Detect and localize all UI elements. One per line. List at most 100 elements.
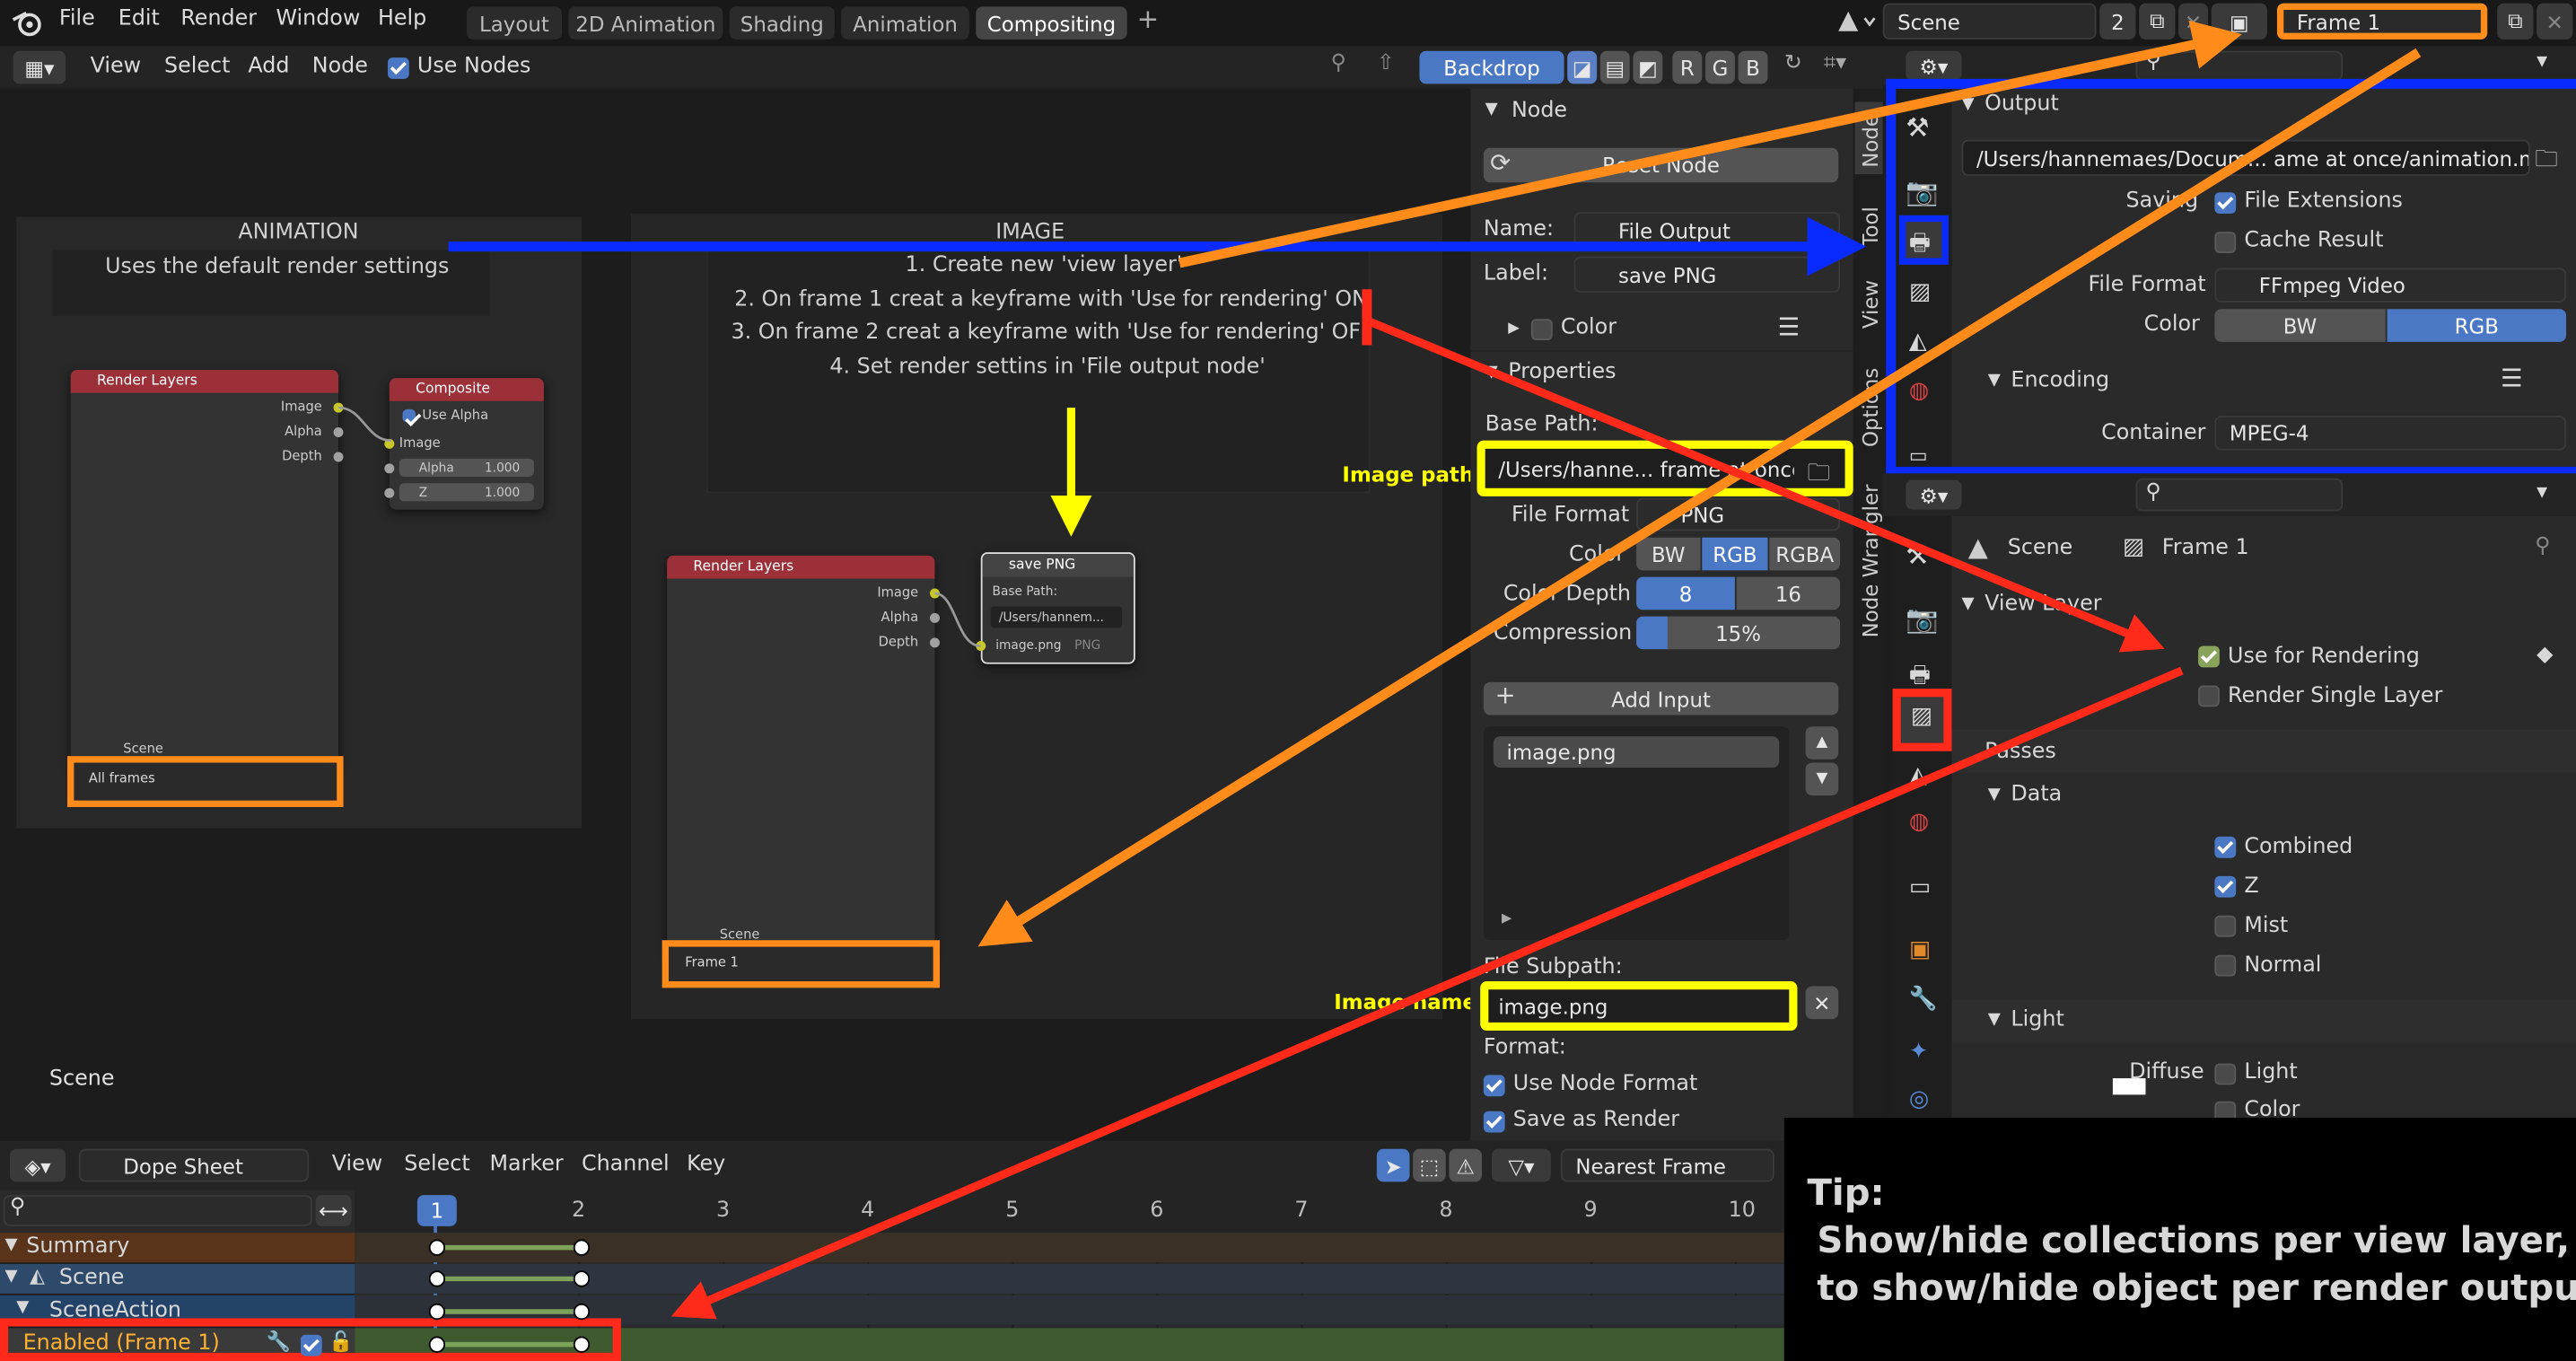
use-node-format-checkbox[interactable]: [1483, 1075, 1505, 1097]
render-layers-node-1[interactable]: Render Layers Image Alpha Depth Scene: [70, 369, 339, 765]
dopesheet-mode-select[interactable]: Dope Sheet: [78, 1148, 310, 1182]
ds-enabled-wrench-icon[interactable]: 🔧: [267, 1330, 291, 1353]
browse-folder-icon[interactable]: 🗀: [1807, 455, 1830, 495]
sidebar-base-path-field[interactable]: /Users/hanne... frame at once/: [1476, 440, 1853, 496]
input-list-item[interactable]: image.png: [1493, 736, 1780, 768]
composite-alpha-socket[interactable]: [384, 463, 395, 474]
rl2-layer-select[interactable]: Frame 1: [685, 955, 739, 970]
backdrop-channel-color-alpha[interactable]: ◪: [1567, 50, 1598, 84]
menu-edit[interactable]: Edit: [118, 6, 160, 31]
scene-name-field[interactable]: Scene: [1882, 3, 2097, 40]
pass-combined-checkbox[interactable]: [2214, 836, 2237, 858]
reset-node-button[interactable]: Reset Node: [1483, 147, 1839, 183]
breadcrumb-pin-icon[interactable]: ⚲: [2535, 534, 2550, 558]
file-subpath-field[interactable]: image.png: [1480, 981, 1798, 1031]
sidebar-tab-options[interactable]: Options: [1858, 368, 1882, 447]
backdrop-channel-b[interactable]: B: [1738, 50, 1768, 84]
ds-row-scene[interactable]: [0, 1263, 355, 1294]
view-layer-panel-header[interactable]: View Layer: [1985, 592, 2101, 616]
ds-menu-view[interactable]: View: [332, 1152, 382, 1176]
save-png-node[interactable]: save PNG Base Path: /Users/hannem... ima…: [980, 552, 1135, 664]
ds-filter-icon[interactable]: ▽▾: [1492, 1148, 1551, 1182]
b-tab-collection-icon[interactable]: ▭: [1909, 874, 1931, 900]
pass-z-checkbox[interactable]: [2214, 875, 2237, 898]
ds-summary-toggle[interactable]: ▼: [4, 1236, 17, 1254]
composite-node-header[interactable]: Composite: [389, 378, 544, 401]
view-layer-panel-toggle[interactable]: ▼: [1961, 595, 1974, 613]
render-layers-node-1-header[interactable]: Render Layers: [70, 369, 339, 393]
node-menu-select[interactable]: Select: [164, 54, 230, 78]
ds-sync-icon[interactable]: ⟷: [315, 1195, 352, 1226]
use-for-rendering-checkbox[interactable]: [2198, 645, 2220, 668]
compression-slider[interactable]: 15%: [1636, 616, 1841, 650]
ds-enabled-lock-icon[interactable]: 🔓: [329, 1330, 353, 1353]
tab-layout[interactable]: Layout: [466, 6, 562, 40]
b-tab-physics-icon[interactable]: ◎: [1909, 1086, 1929, 1112]
blender-logo-icon[interactable]: [10, 6, 46, 40]
ds-snap-select[interactable]: Nearest Frame: [1560, 1148, 1774, 1182]
backdrop-channel-r[interactable]: R: [1672, 50, 1703, 84]
backdrop-channel-color[interactable]: ▤: [1599, 50, 1630, 84]
sidebar-tab-tool[interactable]: Tool: [1858, 206, 1882, 246]
node-menu-view[interactable]: View: [91, 54, 141, 78]
dopesheet-editor-type[interactable]: ◈▾: [9, 1148, 66, 1182]
ds-enabled-mute-checkbox[interactable]: [300, 1334, 322, 1357]
composite-z-socket[interactable]: [384, 487, 395, 498]
data-subpanel-header[interactable]: Data: [2011, 783, 2062, 807]
sidebar-tab-node[interactable]: Node: [1858, 114, 1882, 168]
pin-icon[interactable]: ⚲: [1331, 51, 1346, 75]
properties-bottom-search[interactable]: [2135, 478, 2344, 512]
move-input-up-button[interactable]: ▲: [1805, 726, 1839, 760]
b-tab-world-icon[interactable]: ◍: [1909, 809, 1929, 835]
ds-menu-select[interactable]: Select: [404, 1152, 469, 1176]
node-panel-header[interactable]: Node: [1511, 99, 1567, 123]
ds-action-toggle[interactable]: ▼: [16, 1298, 29, 1316]
snap-icon[interactable]: ↻: [1784, 51, 1802, 75]
rl1-layer-select[interactable]: All frames: [89, 771, 155, 786]
add-workspace-icon[interactable]: +: [1137, 4, 1160, 35]
composite-node[interactable]: Composite Use Alpha Image Alpha 1.000 Z …: [389, 378, 544, 510]
light-subpanel-toggle[interactable]: ▼: [1988, 1011, 2001, 1029]
delete-scene-icon[interactable]: ✕: [2178, 3, 2209, 40]
ds-menu-key[interactable]: Key: [687, 1152, 725, 1176]
properties-top-options-icon[interactable]: ▾: [2537, 49, 2547, 74]
ds-box-select-icon[interactable]: ⬚: [1413, 1148, 1446, 1182]
render-layers-node-2[interactable]: Render Layers Image Alpha Depth Scene: [667, 555, 935, 951]
render-layers-node-2-header[interactable]: Render Layers: [667, 555, 935, 579]
color-mode-rgba[interactable]: RGBA: [1769, 537, 1841, 571]
node-menu-add[interactable]: Add: [248, 54, 289, 78]
node-menu-node[interactable]: Node: [312, 54, 368, 78]
b-tab-render-icon[interactable]: 📷: [1906, 603, 1938, 635]
ds-select-tool-icon[interactable]: ➤: [1376, 1148, 1410, 1182]
menu-window[interactable]: Window: [276, 6, 361, 31]
keyframe-diamond-icon[interactable]: ◆: [2537, 643, 2553, 667]
parent-node-icon[interactable]: ⇧: [1377, 51, 1395, 75]
passes-panel-header[interactable]: Passes: [1985, 740, 2056, 764]
backdrop-toggle[interactable]: Backdrop: [1419, 50, 1564, 84]
ds-search-input[interactable]: [3, 1195, 312, 1226]
menu-render[interactable]: Render: [180, 6, 257, 31]
input-list-expand-icon[interactable]: ▶: [1502, 910, 1511, 925]
node-color-list-icon[interactable]: ☰: [1777, 312, 1800, 342]
properties-panel-toggle[interactable]: ▼: [1485, 364, 1498, 382]
ds-current-frame-indicator[interactable]: 1: [416, 1195, 457, 1226]
rl1-depth-socket[interactable]: [333, 452, 344, 462]
color-mode-bw[interactable]: BW: [1636, 537, 1701, 571]
new-scene-icon[interactable]: ⧉: [2139, 3, 2176, 40]
name-field[interactable]: File Output: [1573, 212, 1841, 249]
pass-mist-checkbox[interactable]: [2214, 915, 2237, 937]
ds-menu-marker[interactable]: Marker: [489, 1152, 563, 1176]
sidebar-tab-node-wrangler[interactable]: Node Wrangler: [1858, 484, 1882, 637]
add-input-button[interactable]: Add Input: [1483, 681, 1839, 716]
pass-normal-checkbox[interactable]: [2214, 954, 2237, 977]
b-tab-scene-icon[interactable]: ◭: [1909, 763, 1927, 789]
save-png-node-header[interactable]: save PNG: [982, 554, 1134, 577]
ds-scene-toggle[interactable]: ▼: [4, 1268, 17, 1286]
data-subpanel-toggle[interactable]: ▼: [1988, 786, 2001, 803]
label-field[interactable]: save PNG: [1573, 256, 1841, 293]
ds-only-errors-icon[interactable]: ⚠: [1449, 1148, 1483, 1182]
b-tab-modifier-icon[interactable]: 🔧: [1909, 987, 1938, 1013]
render-single-layer-checkbox[interactable]: [2198, 685, 2220, 707]
properties-top-editor-type[interactable]: ⚙▾: [1906, 50, 1962, 81]
tab-shading[interactable]: Shading: [729, 6, 835, 40]
